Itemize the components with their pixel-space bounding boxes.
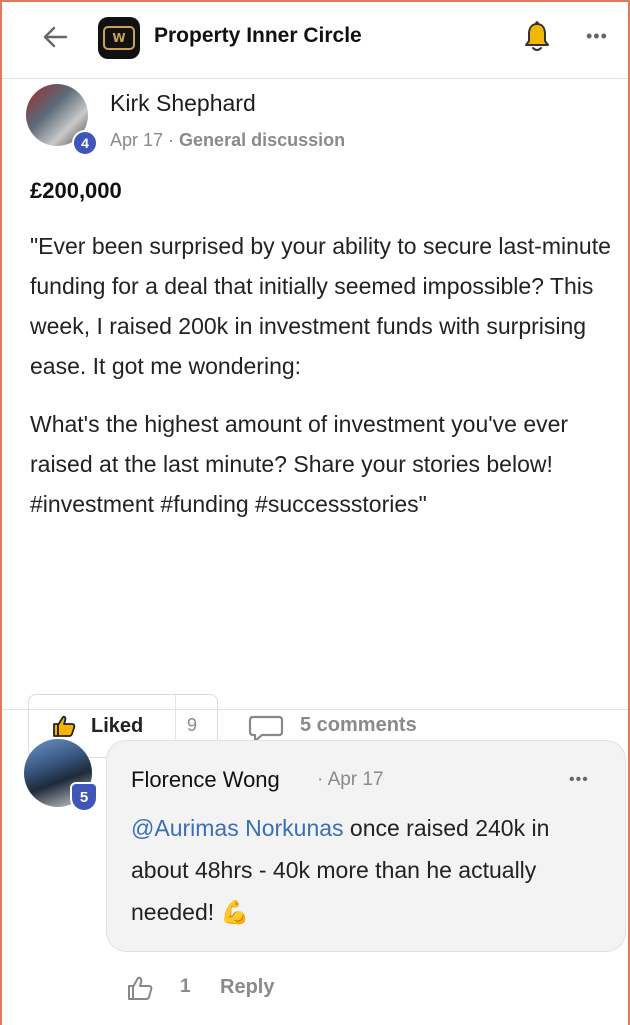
comment-bubble: Florence Wong · Apr 17 ••• @Aurimas Nork… (106, 740, 626, 952)
post-category[interactable]: General discussion (179, 130, 345, 150)
post-paragraph: "Ever been surprised by your ability to … (30, 233, 611, 379)
comment-date-separator: · (317, 769, 328, 790)
post-headline: £200,000 (30, 178, 122, 203)
like-count[interactable]: 9 (187, 715, 197, 736)
comment-text: @Aurimas Norkunas once raised 240k in ab… (131, 807, 601, 933)
like-label: Liked (91, 715, 144, 737)
post-body: "Ever been surprised by your ability to … (30, 226, 615, 542)
comment-like-count: 1 (180, 976, 191, 997)
author-level-badge: 4 (72, 130, 98, 156)
app-frame: W Property Inner Circle ••• 4 Kirk Sheph… (0, 0, 630, 1025)
comment-date-value: Apr 17 (327, 769, 384, 790)
app-logo-mark: W (103, 26, 135, 50)
more-options-icon[interactable]: ••• (586, 26, 608, 47)
meta-separator: · (163, 130, 180, 150)
author-name[interactable]: Kirk Shephard (110, 90, 256, 117)
post-paragraph: What's the highest amount of investment … (30, 411, 569, 517)
comment-author-level-badge: 5 (70, 782, 98, 812)
comment-date: · Apr 17 (317, 769, 384, 791)
comment-more-icon[interactable]: ••• (569, 771, 589, 789)
thumbs-up-icon (53, 715, 76, 737)
post-date: Apr 17 (110, 130, 164, 150)
page-title: Property Inner Circle (154, 24, 362, 47)
thumbs-up-icon[interactable] (126, 974, 154, 1002)
back-arrow-icon[interactable] (40, 22, 70, 52)
divider (2, 709, 628, 710)
bell-icon[interactable] (522, 20, 552, 54)
reply-button[interactable]: Reply (220, 976, 274, 999)
top-bar: W Property Inner Circle ••• (2, 2, 628, 79)
flexed-biceps-emoji-icon: 💪 (220, 899, 250, 925)
post-meta: Apr 17 · General discussion (110, 130, 345, 151)
user-mention[interactable]: @Aurimas Norkunas (131, 815, 344, 841)
comments-count-label: 5 comments (300, 714, 417, 736)
app-logo: W (98, 17, 140, 59)
comment-author-name[interactable]: Florence Wong (131, 767, 280, 793)
